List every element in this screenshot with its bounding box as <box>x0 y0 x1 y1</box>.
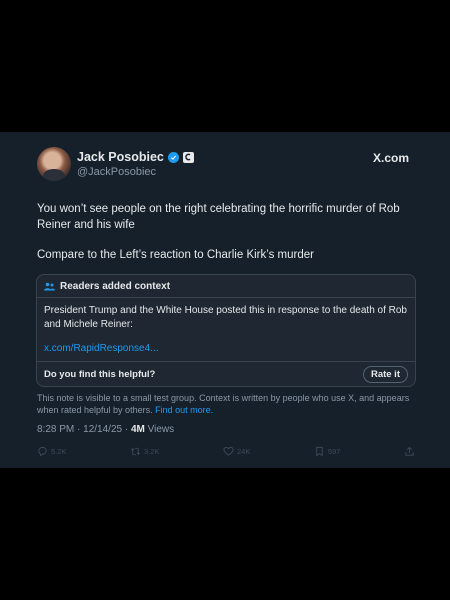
share-button[interactable] <box>404 446 415 457</box>
x-com-watermark: X.com <box>372 151 409 165</box>
tweet-paragraph: Compare to the Left’s reaction to Charli… <box>37 249 314 261</box>
author-handle[interactable]: @JackPosobiec <box>77 166 156 178</box>
people-icon <box>44 282 55 291</box>
views-label: Views <box>144 424 175 435</box>
tweet-meta: 8:28 PM · 12/14/25 · 4M Views <box>37 424 174 435</box>
community-note-title: Readers added context <box>60 280 171 292</box>
action-bar: 5.2K 3.2K 24K 597 <box>37 446 415 457</box>
share-icon <box>405 446 414 456</box>
rate-it-button[interactable]: Rate it <box>362 366 408 383</box>
repost-icon <box>131 447 140 456</box>
tweet-text: You won’t see people on the right celebr… <box>37 201 415 263</box>
author-name-row: Jack Posobiec <box>77 150 194 164</box>
like-button[interactable]: 24K <box>223 446 250 457</box>
note-disclaimer: This note is visible to a small test gro… <box>37 392 417 416</box>
community-note-header: Readers added context <box>37 275 415 298</box>
author-display-name[interactable]: Jack Posobiec <box>77 150 164 164</box>
bookmark-icon <box>316 446 323 457</box>
meta-separator: · <box>74 424 84 435</box>
community-note-link[interactable]: x.com/RapidResponse4... <box>44 342 408 356</box>
note-disclaimer-text: This note is visible to a small test gro… <box>37 393 410 415</box>
verified-badge-icon <box>167 151 179 163</box>
community-note: Readers added context President Trump an… <box>36 274 416 387</box>
tweet-card: Jack Posobiec @JackPosobiec X.com You wo… <box>0 132 450 468</box>
find-out-more-link[interactable]: Find out more. <box>155 405 213 415</box>
views-count: 4M <box>130 424 145 435</box>
reply-count: 5.2K <box>51 447 67 456</box>
bookmark-button[interactable]: 597 <box>314 446 341 457</box>
reply-button[interactable]: 5.2K <box>37 446 66 457</box>
like-count: 24K <box>237 447 251 456</box>
tweet-time[interactable]: 8:28 PM <box>37 424 74 435</box>
org-badge-icon <box>182 151 194 163</box>
community-note-footer: Do you find this helpful? Rate it <box>37 362 415 386</box>
meta-separator: · <box>122 424 131 435</box>
tweet-paragraph: You won’t see people on the right celebr… <box>37 203 400 231</box>
repost-button[interactable]: 3.2K <box>130 446 159 457</box>
tweet-date[interactable]: 12/14/25 <box>83 424 122 435</box>
community-note-text: President Trump and the White House post… <box>44 305 407 330</box>
community-note-body: President Trump and the White House post… <box>37 298 415 362</box>
helpful-question: Do you find this helpful? <box>44 369 156 380</box>
repost-count: 3.2K <box>144 447 160 456</box>
heart-icon <box>223 446 234 456</box>
reply-icon <box>38 446 47 457</box>
bookmark-count: 597 <box>327 447 341 456</box>
avatar[interactable] <box>37 147 71 181</box>
